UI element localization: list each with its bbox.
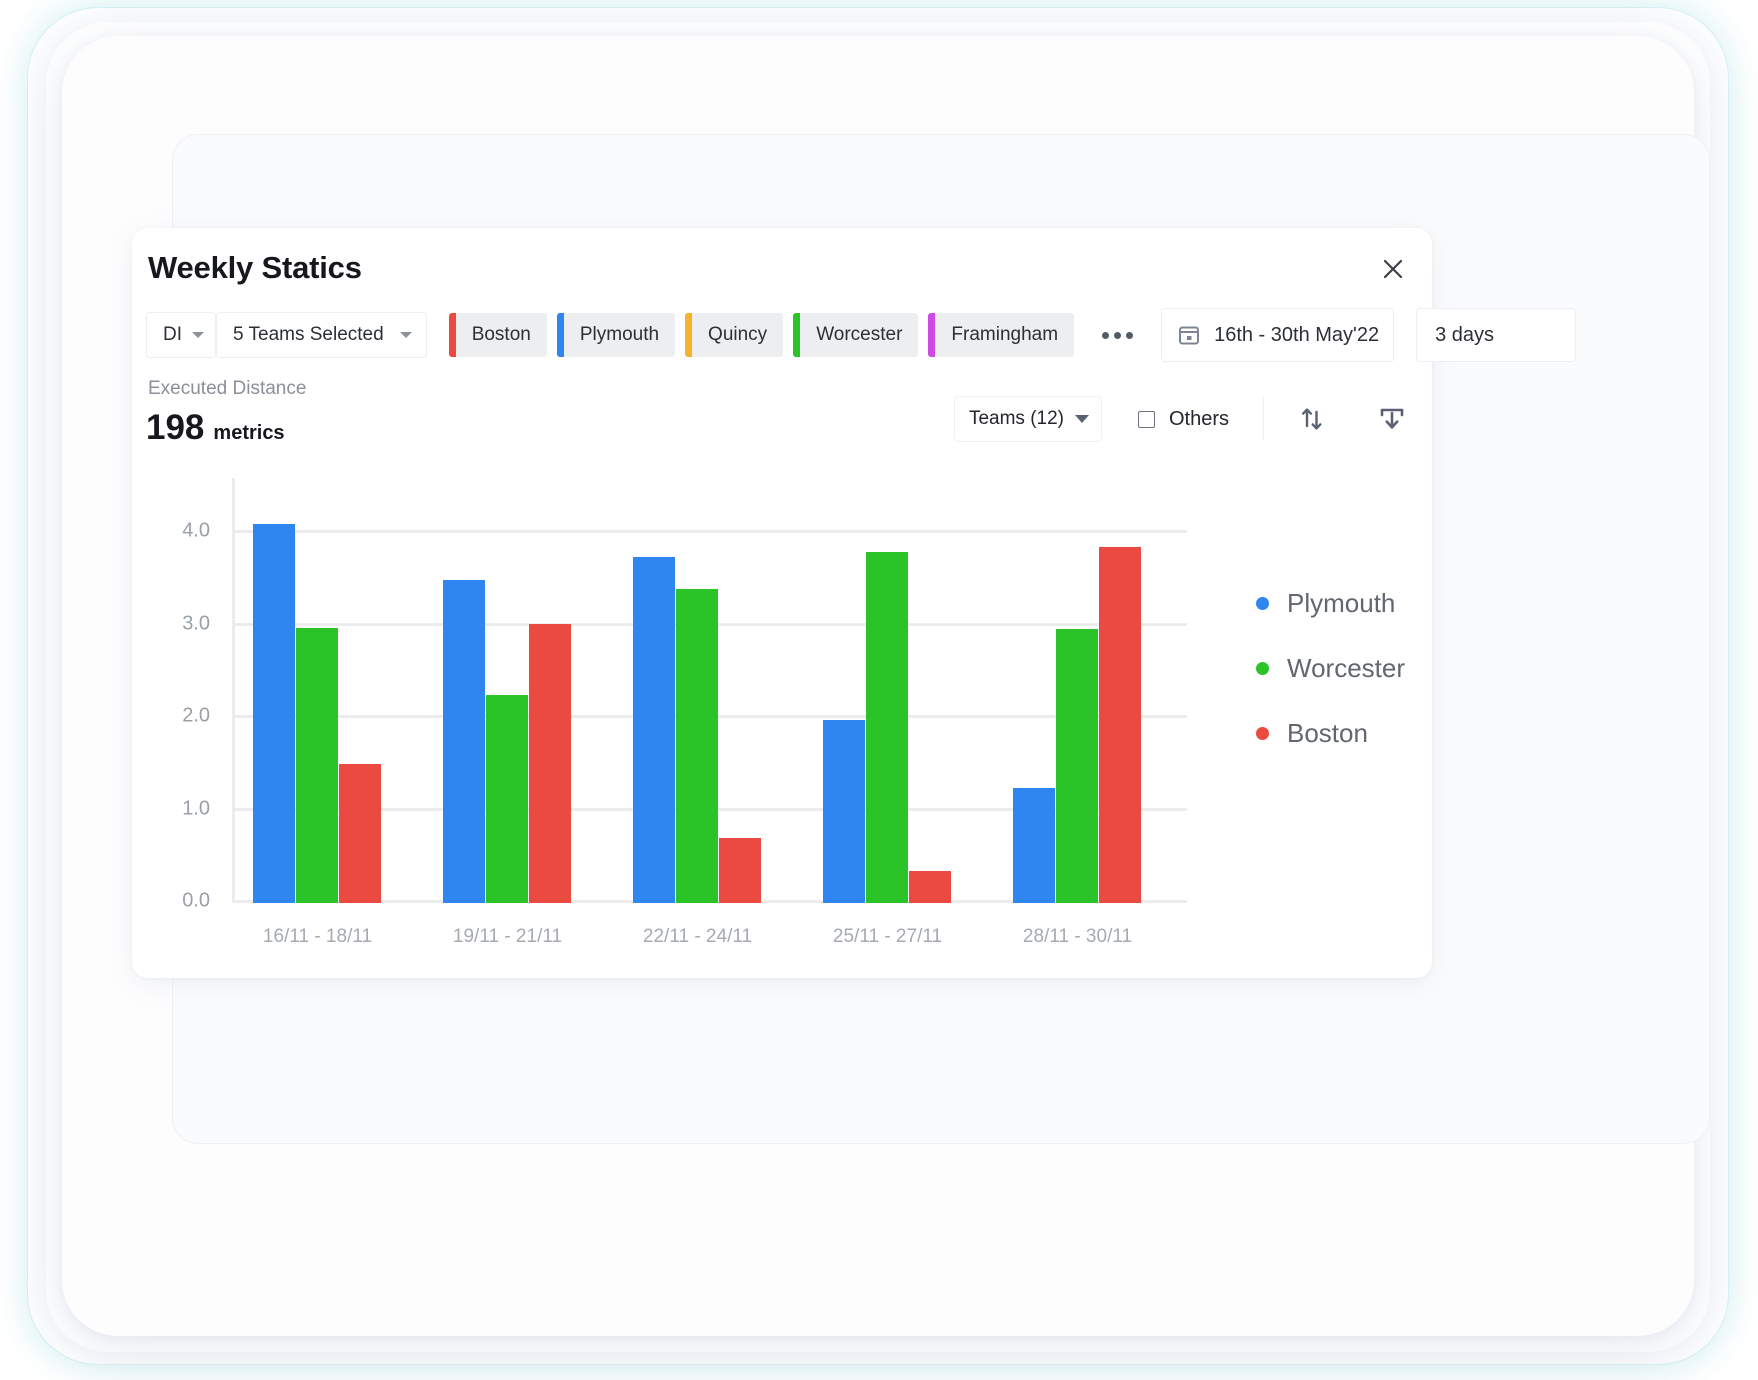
others-checkbox-label: Others [1169, 408, 1229, 431]
date-range-label: 16th - 30th May'22 [1214, 324, 1379, 347]
x-axis-tick-label: 22/11 - 24/11 [643, 926, 752, 948]
discipline-select[interactable]: DI [146, 312, 216, 358]
metric-number: 198 [146, 408, 204, 448]
interval-label: 3 days [1435, 324, 1494, 347]
dot-icon [1114, 332, 1121, 339]
download-icon[interactable] [1370, 397, 1414, 441]
team-chip-label: Framingham [951, 324, 1058, 346]
bar-plymouth[interactable] [1013, 788, 1055, 903]
y-axis-tick-label: 2.0 [182, 705, 210, 728]
more-options-button[interactable] [1094, 324, 1141, 347]
team-chip-label: Worcester [816, 324, 902, 346]
y-axis-tick-label: 1.0 [182, 797, 210, 820]
team-color-swatch [685, 313, 692, 357]
x-axis-tick-label: 28/11 - 30/11 [1023, 926, 1132, 948]
bar-worcester[interactable] [1056, 629, 1098, 903]
legend-color-dot [1256, 597, 1269, 610]
metric-unit: metrics [213, 422, 284, 445]
interval-select[interactable]: 3 days [1416, 308, 1576, 362]
team-chip-label: Plymouth [580, 324, 659, 346]
bar-plymouth[interactable] [253, 524, 295, 903]
filter-bar: DI 5 Teams Selected Boston Plymouth Quincy… [146, 312, 1576, 358]
bar-boston[interactable] [719, 838, 761, 903]
legend-item[interactable]: Worcester [1256, 653, 1405, 684]
page-title: Weekly Statics [148, 250, 362, 286]
device-stage: Weekly Statics DI 5 Teams Selected Bosto… [0, 0, 1758, 1380]
team-color-swatch [928, 313, 935, 357]
bar-plymouth[interactable] [823, 720, 865, 903]
chevron-down-icon [400, 332, 412, 338]
close-icon[interactable] [1376, 252, 1410, 286]
team-color-swatch [449, 313, 456, 357]
legend-label: Worcester [1287, 653, 1405, 684]
chevron-down-icon [1075, 415, 1089, 423]
team-chip-label: Boston [472, 324, 531, 346]
legend-color-dot [1256, 727, 1269, 740]
x-axis-tick-label: 25/11 - 27/11 [833, 926, 942, 948]
bars-layer [235, 478, 1187, 903]
legend-label: Plymouth [1287, 588, 1395, 619]
team-chip[interactable]: Worcester [793, 313, 918, 357]
bar-plymouth[interactable] [443, 580, 485, 903]
bar-plymouth[interactable] [633, 557, 675, 903]
metric-value-group: 198 metrics [146, 408, 285, 448]
discipline-select-label: DI [163, 324, 182, 346]
chart-toolbar: Teams (12) Others [954, 396, 1414, 442]
date-range-select[interactable]: 16th - 30th May'22 [1161, 308, 1394, 362]
bar-worcester[interactable] [866, 552, 908, 903]
x-axis-tick-label: 19/11 - 21/11 [453, 926, 562, 948]
bar-worcester[interactable] [486, 695, 528, 903]
x-axis-tick-label: 16/11 - 18/11 [263, 926, 372, 948]
y-axis-tick-label: 3.0 [182, 612, 210, 635]
y-axis-tick-label: 4.0 [182, 520, 210, 543]
teams-selected-label: 5 Teams Selected [233, 324, 384, 346]
metric-caption: Executed Distance [148, 378, 306, 400]
team-chip[interactable]: Framingham [928, 313, 1074, 357]
team-color-swatch [557, 313, 564, 357]
bar-boston[interactable] [1099, 547, 1141, 903]
weekly-statics-panel: Weekly Statics DI 5 Teams Selected Bosto… [132, 228, 1432, 978]
team-chip[interactable]: Quincy [685, 313, 783, 357]
bar-boston[interactable] [909, 871, 951, 903]
bar-worcester[interactable] [296, 628, 338, 903]
teams-count-select[interactable]: Teams (12) [954, 396, 1102, 442]
others-checkbox[interactable]: Others [1138, 408, 1229, 431]
chevron-down-icon [192, 332, 204, 338]
bar-boston[interactable] [339, 764, 381, 903]
team-color-swatch [793, 313, 800, 357]
team-chip-label: Quincy [708, 324, 767, 346]
teams-count-label: Teams (12) [969, 408, 1064, 430]
legend-item[interactable]: Boston [1256, 718, 1405, 749]
bar-chart: 0.0 1.0 2.0 3.0 4.0 16/11 - 18/11 19/11 - 21/… [146, 468, 1418, 948]
toolbar-divider [1263, 397, 1264, 441]
bar-boston[interactable] [529, 624, 571, 903]
sort-icon[interactable] [1290, 397, 1334, 441]
checkbox-icon [1138, 411, 1155, 428]
team-chip[interactable]: Plymouth [557, 313, 675, 357]
legend-item[interactable]: Plymouth [1256, 588, 1405, 619]
legend-label: Boston [1287, 718, 1368, 749]
teams-selected-select[interactable]: 5 Teams Selected [216, 312, 427, 358]
team-chip[interactable]: Boston [449, 313, 547, 357]
chart-legend: Plymouth Worcester Boston [1256, 588, 1405, 783]
dot-icon [1102, 332, 1109, 339]
bar-worcester[interactable] [676, 589, 718, 903]
dot-icon [1126, 332, 1133, 339]
legend-color-dot [1256, 662, 1269, 675]
calendar-icon [1178, 324, 1200, 346]
team-chip-group: Boston Plymouth Quincy Worcester Framingham [449, 313, 1074, 357]
chart-plot-area: 0.01.02.03.04.0 16/11 - 18/1119/11 - 21/… [232, 478, 1187, 903]
y-axis-tick-label: 0.0 [182, 890, 210, 913]
